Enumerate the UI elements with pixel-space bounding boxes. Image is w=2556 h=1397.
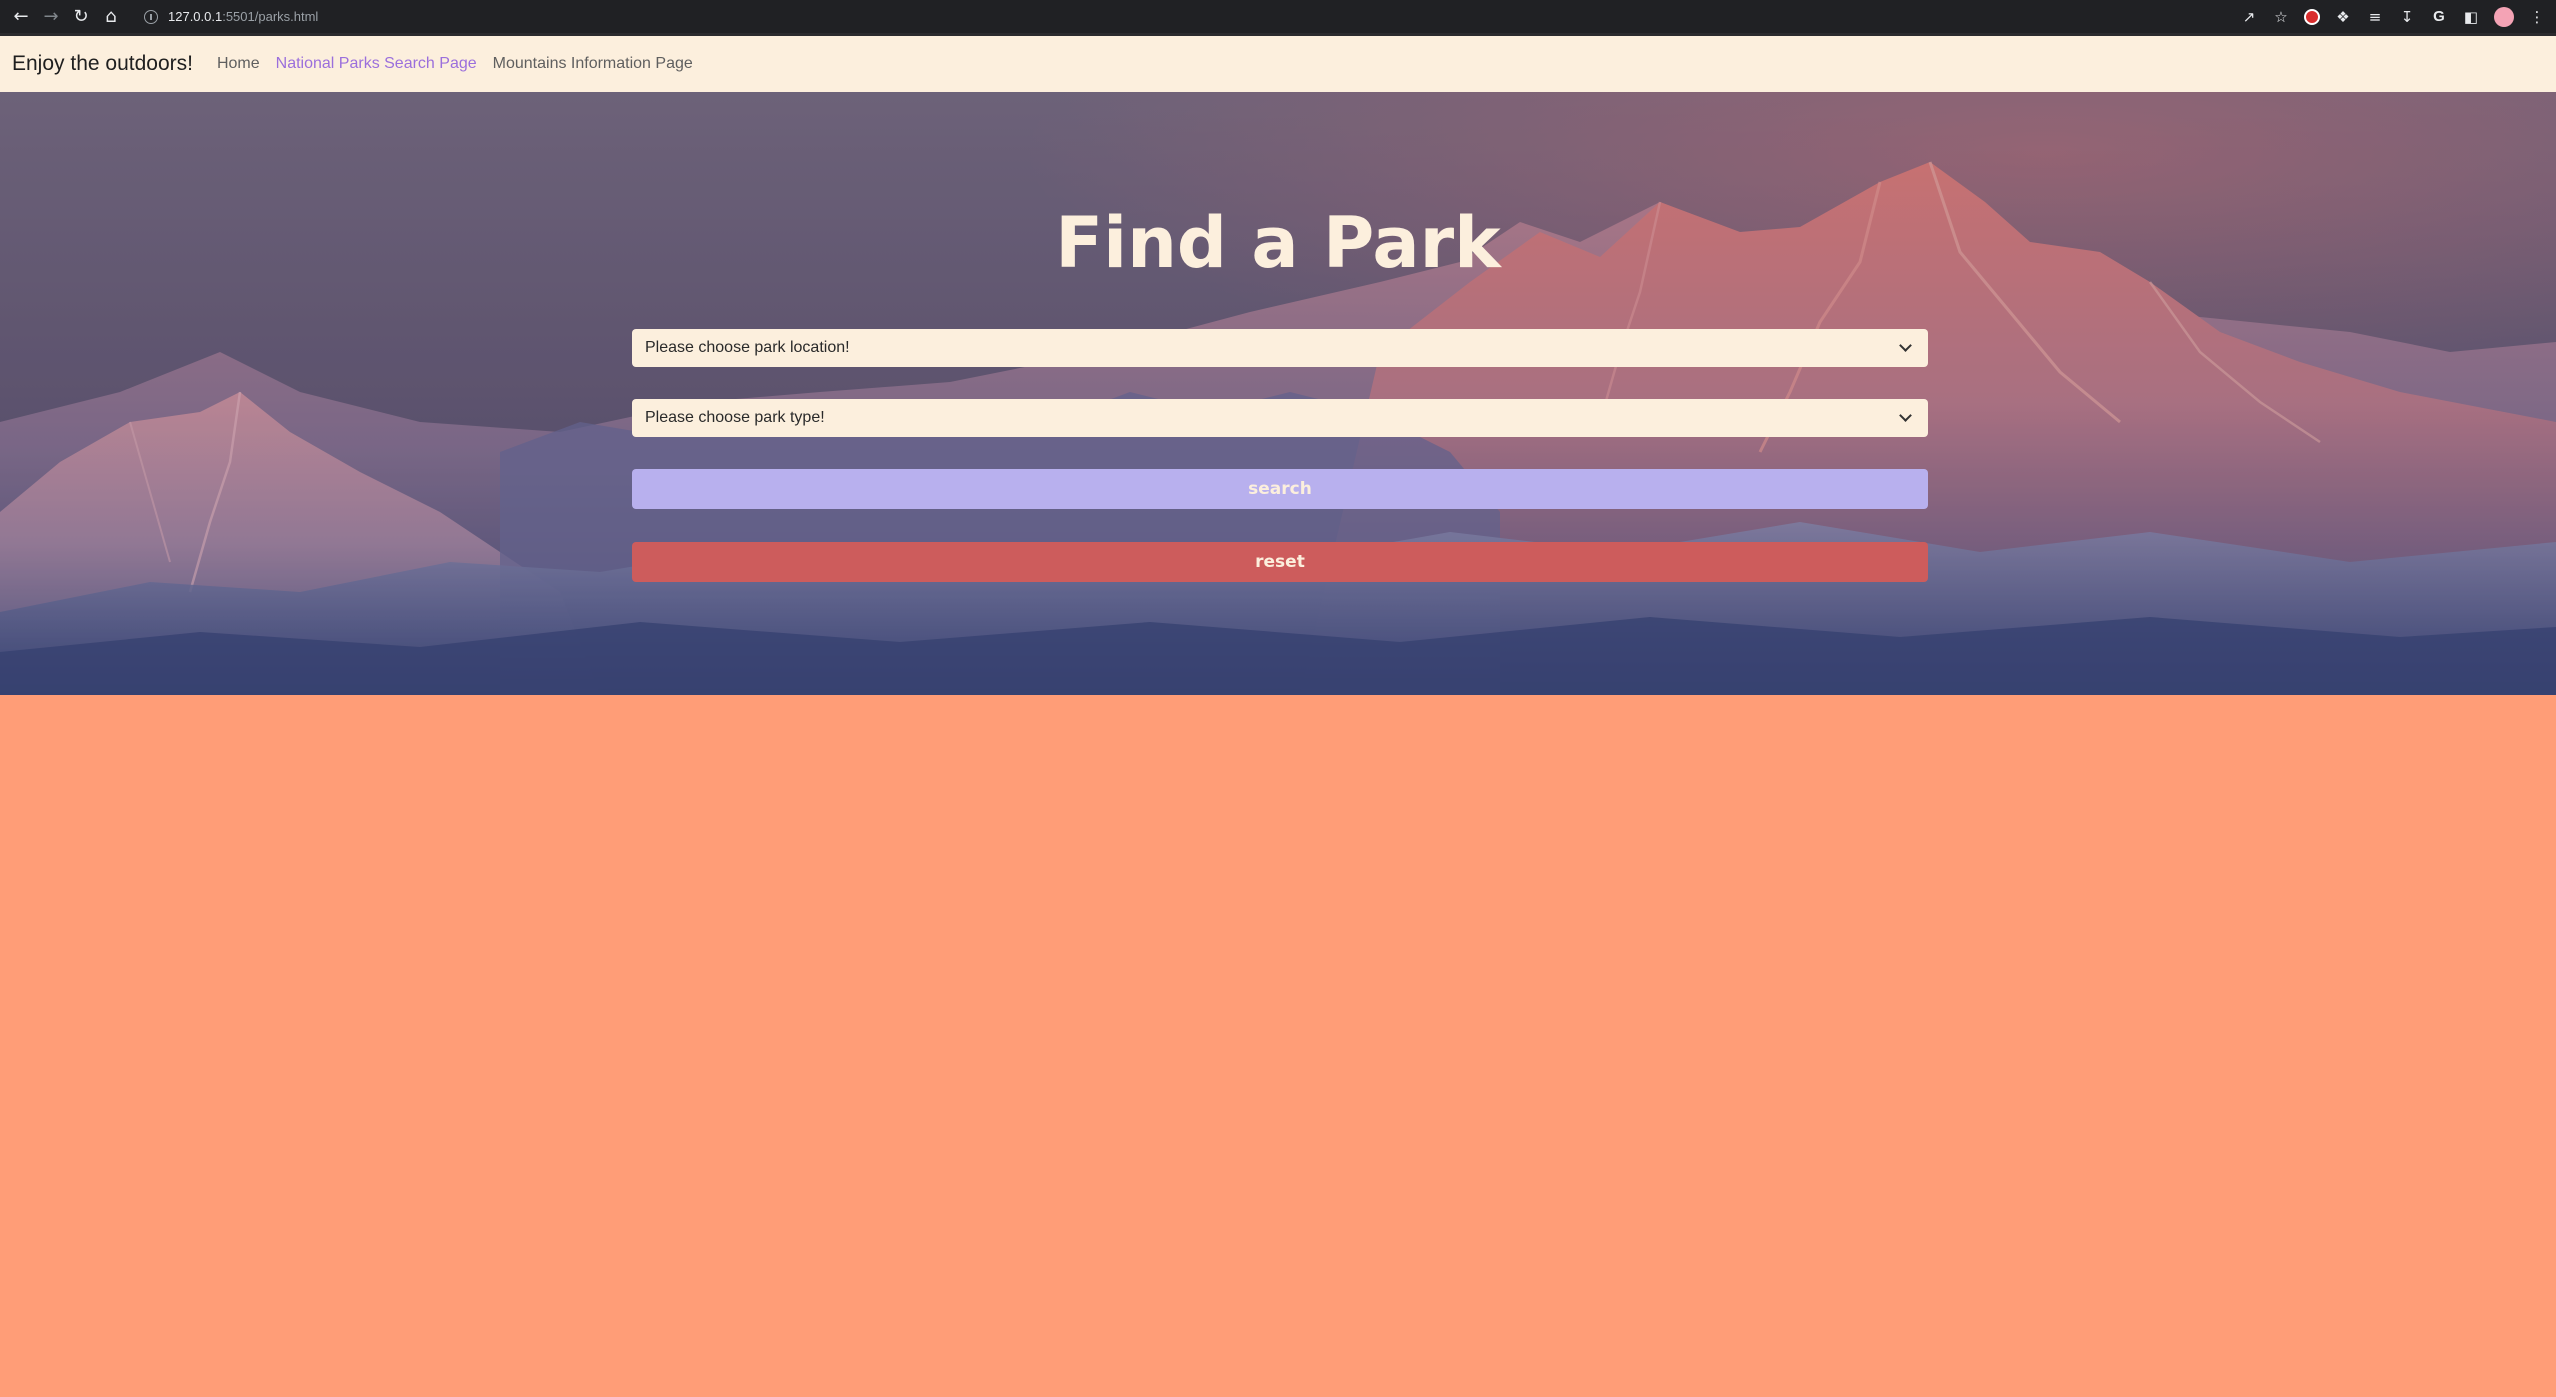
profile-avatar[interactable] (2494, 6, 2514, 27)
download-icon[interactable]: ↧ (2398, 8, 2416, 26)
chevron-down-icon (1899, 409, 1912, 422)
extension-icon[interactable] (2304, 8, 2320, 25)
reading-list-icon[interactable]: ≡ (2366, 8, 2384, 26)
hero-section: Find a Park Please choose park location!… (0, 92, 2556, 695)
back-arrow-icon[interactable]: ← (6, 2, 36, 32)
nav-link-parks[interactable]: National Parks Search Page (276, 55, 477, 73)
nav-link-mountains[interactable]: Mountains Information Page (493, 55, 693, 73)
kebab-menu-icon[interactable]: ⋮ (2528, 8, 2546, 26)
reload-icon[interactable]: ↻ (66, 2, 96, 32)
browser-toolbar: ← → ↻ ⌂ 127.0.0.1:5501/parks.html ↗ ☆ ❖ … (0, 0, 2556, 33)
url-path: :5501/parks.html (222, 9, 319, 24)
park-type-select-value: Please choose park type! (645, 409, 825, 426)
search-button[interactable]: search (632, 469, 1928, 509)
results-area (0, 695, 2556, 1397)
google-icon[interactable]: G (2430, 8, 2448, 26)
park-location-select[interactable]: Please choose park location! (632, 329, 1928, 367)
site-info-icon[interactable] (144, 9, 158, 24)
nav-link-home[interactable]: Home (217, 55, 260, 73)
brand[interactable]: Enjoy the outdoors! (12, 52, 193, 76)
puzzle-icon[interactable]: ❖ (2334, 8, 2352, 26)
site-navbar: Enjoy the outdoors! Home National Parks … (0, 33, 2556, 92)
mountain-background-image (0, 92, 2556, 695)
forward-arrow-icon[interactable]: → (36, 2, 66, 32)
url-host: 127.0.0.1 (168, 9, 223, 24)
share-icon[interactable]: ↗ (2240, 8, 2258, 26)
park-type-select[interactable]: Please choose park type! (632, 399, 1928, 437)
address-bar[interactable]: 127.0.0.1:5501/parks.html (144, 4, 318, 30)
park-location-select-value: Please choose park location! (645, 339, 850, 356)
chevron-down-icon (1899, 339, 1912, 352)
page-title: Find a Park (1055, 202, 1501, 284)
sidebar-icon[interactable]: ◧ (2462, 8, 2480, 26)
star-icon[interactable]: ☆ (2272, 8, 2290, 26)
home-icon[interactable]: ⌂ (96, 2, 126, 32)
reset-button[interactable]: reset (632, 542, 1928, 582)
